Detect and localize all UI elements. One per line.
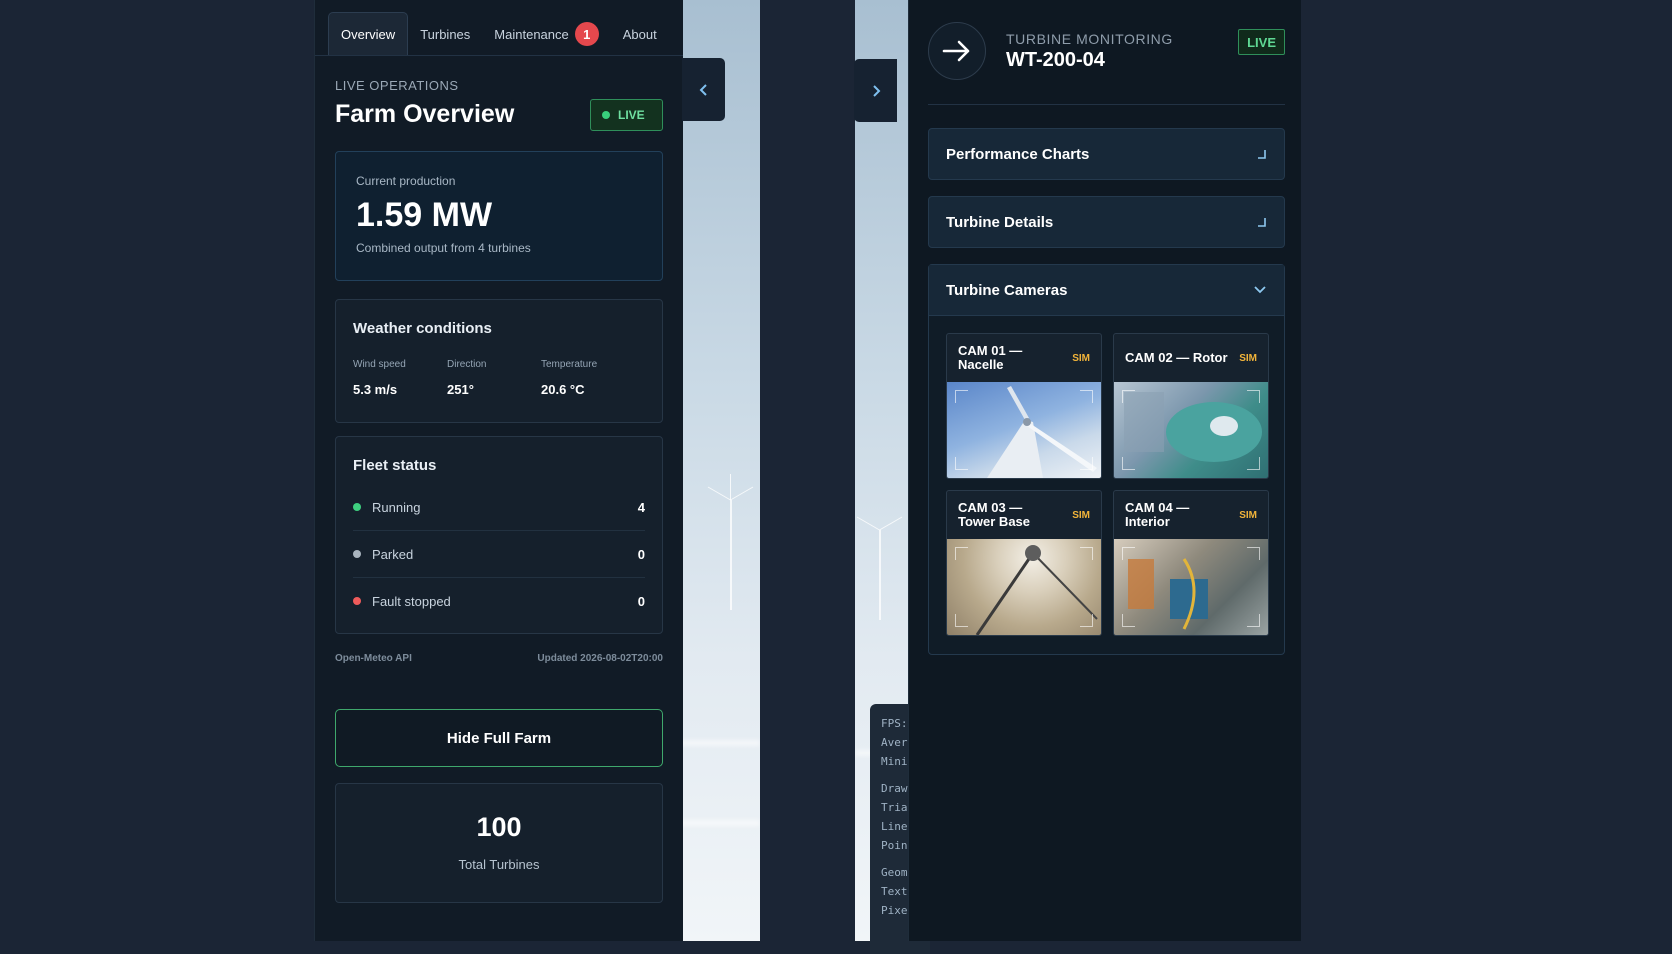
weather-card: Weather conditions Wind speed 5.3 m/s Di… bbox=[335, 299, 663, 423]
farm-overview-panel: Overview Turbines Maintenance 1 About LIV… bbox=[314, 0, 683, 941]
back-button[interactable] bbox=[928, 22, 986, 80]
monitoring-kicker: TURBINE MONITORING bbox=[1006, 30, 1173, 47]
page-title: Farm Overview bbox=[335, 100, 515, 128]
fleet-row-fault-stopped: Fault stopped 0 bbox=[353, 578, 645, 624]
accordion-header[interactable]: Performance Charts bbox=[929, 129, 1284, 179]
camera-tile[interactable]: CAM 02 — Rotor SIM bbox=[1113, 333, 1269, 479]
production-label: Current production bbox=[356, 174, 456, 188]
camera-tile[interactable]: CAM 04 — Interior SIM bbox=[1113, 490, 1269, 636]
camera-tile[interactable]: CAM 03 — Tower Base SIM bbox=[946, 490, 1102, 636]
sim-tag: SIM bbox=[1239, 352, 1257, 364]
turbine-header: TURBINE MONITORING WT-200-04 LIVE bbox=[928, 20, 1285, 105]
fleet-row-running: Running 4 bbox=[353, 484, 645, 531]
chevron-right-icon bbox=[872, 84, 880, 97]
camera-feed-image bbox=[1114, 382, 1268, 478]
corner-expand-icon bbox=[1258, 150, 1266, 159]
status-dot-icon bbox=[353, 550, 361, 558]
production-subtitle: Combined output from 4 turbines bbox=[356, 241, 531, 255]
accordion-turbine-details: Turbine Details bbox=[928, 196, 1285, 248]
status-dot-icon bbox=[353, 503, 361, 511]
weather-value: 5.3 m/s bbox=[353, 382, 398, 397]
tab-label: Maintenance bbox=[494, 26, 569, 42]
tab-overview[interactable]: Overview bbox=[328, 12, 409, 55]
camera-tile[interactable]: CAM 01 — Nacelle SIM bbox=[946, 333, 1102, 479]
interior-icon bbox=[1128, 558, 1208, 630]
chevron-left-icon bbox=[699, 83, 707, 96]
data-source-row: Open-Meteo API Updated 2026-08-02T20:00 bbox=[335, 653, 663, 664]
sim-tag: SIM bbox=[1072, 352, 1090, 364]
tab-label: Turbines bbox=[420, 26, 471, 42]
weather-value: 20.6 °C bbox=[541, 382, 585, 397]
tab-turbines[interactable]: Turbines bbox=[408, 13, 482, 55]
fleet-label: Parked bbox=[372, 546, 414, 562]
accordion-header[interactable]: Turbine Cameras bbox=[929, 265, 1284, 316]
fleet-label: Fault stopped bbox=[372, 593, 451, 609]
blade-icon bbox=[987, 386, 1097, 478]
turbine-id: WT-200-04 bbox=[1006, 48, 1105, 71]
tab-about[interactable]: About bbox=[611, 13, 669, 55]
data-source: Open-Meteo API bbox=[335, 653, 412, 664]
tab-bar: Overview Turbines Maintenance 1 About bbox=[315, 0, 683, 56]
turbine-monitoring-panel: TURBINE MONITORING WT-200-04 LIVE Perfor… bbox=[908, 0, 1301, 941]
accordion-performance-charts: Performance Charts bbox=[928, 128, 1285, 180]
camera-feed-image bbox=[947, 539, 1101, 635]
tab-label: About bbox=[622, 26, 657, 42]
fleet-count: 4 bbox=[637, 499, 645, 515]
accordion-title: Turbine Cameras bbox=[946, 281, 1068, 299]
accordion-title: Performance Charts bbox=[946, 145, 1090, 163]
tower-base-icon bbox=[975, 545, 1098, 635]
total-turbines-card: 100 Total Turbines bbox=[335, 783, 663, 903]
production-card: Current production 1.59 MW Combined outp… bbox=[335, 151, 663, 281]
tab-label: Overview bbox=[341, 26, 396, 42]
fleet-label: Running bbox=[372, 499, 421, 515]
section-kicker: LIVE OPERATIONS bbox=[335, 78, 459, 93]
collapse-right-panel-button[interactable] bbox=[854, 59, 897, 122]
corner-expand-icon bbox=[1258, 218, 1266, 227]
weather-label: Temperature bbox=[541, 359, 598, 370]
live-status-badge: LIVE bbox=[1238, 29, 1285, 55]
chevron-down-icon bbox=[1254, 286, 1266, 294]
scene-viewport-left[interactable] bbox=[680, 0, 760, 941]
accordion-turbine-cameras: Turbine Cameras CAM 01 — Nacelle SIM CAM… bbox=[928, 264, 1285, 655]
weather-item-wind-speed: Wind speed 5.3 m/s bbox=[353, 359, 447, 397]
camera-feed-image bbox=[947, 382, 1101, 478]
fleet-title: Fleet status bbox=[353, 457, 437, 474]
weather-item-temperature: Temperature 20.6 °C bbox=[541, 359, 641, 397]
hide-full-farm-button[interactable]: Hide Full Farm bbox=[335, 709, 663, 767]
accordion-header[interactable]: Turbine Details bbox=[929, 197, 1284, 247]
camera-name: CAM 01 — Nacelle bbox=[958, 343, 1023, 372]
fleet-count: 0 bbox=[637, 546, 645, 562]
notification-badge: 1 bbox=[574, 22, 599, 46]
camera-name: CAM 02 — Rotor bbox=[1125, 350, 1228, 365]
fleet-status-card: Fleet status Running 4 Parked 0 Fault st… bbox=[335, 436, 663, 634]
weather-item-direction: Direction 251° bbox=[447, 359, 541, 397]
live-status-badge: LIVE bbox=[590, 99, 663, 131]
weather-label: Direction bbox=[447, 359, 487, 370]
camera-name: CAM 04 — Interior bbox=[1125, 500, 1190, 529]
sim-tag: SIM bbox=[1239, 509, 1257, 521]
status-dot-icon bbox=[353, 597, 361, 605]
fleet-row-parked: Parked 0 bbox=[353, 531, 645, 578]
weather-title: Weather conditions bbox=[353, 320, 492, 337]
camera-name: CAM 03 — Tower Base bbox=[958, 500, 1031, 529]
weather-label: Wind speed bbox=[353, 359, 406, 370]
live-label: LIVE bbox=[618, 108, 645, 122]
sim-tag: SIM bbox=[1072, 509, 1090, 521]
live-dot-icon bbox=[602, 111, 610, 119]
rotor-icon bbox=[1124, 392, 1262, 462]
fleet-count: 0 bbox=[637, 593, 645, 609]
total-turbines-label: Total Turbines bbox=[458, 857, 540, 872]
camera-feed-image bbox=[1114, 539, 1268, 635]
weather-value: 251° bbox=[447, 382, 474, 397]
accordion-title: Turbine Details bbox=[946, 213, 1054, 231]
total-turbines-value: 100 bbox=[476, 812, 522, 842]
tab-maintenance[interactable]: Maintenance 1 bbox=[482, 13, 610, 55]
arrow-right-icon bbox=[942, 40, 970, 62]
production-value: 1.59 MW bbox=[356, 196, 493, 234]
collapse-left-panel-button[interactable] bbox=[682, 58, 725, 121]
camera-grid: CAM 01 — Nacelle SIM CAM 02 — Rotor SIM … bbox=[929, 316, 1284, 654]
updated-timestamp: Updated 2026-08-02T20:00 bbox=[537, 653, 663, 664]
